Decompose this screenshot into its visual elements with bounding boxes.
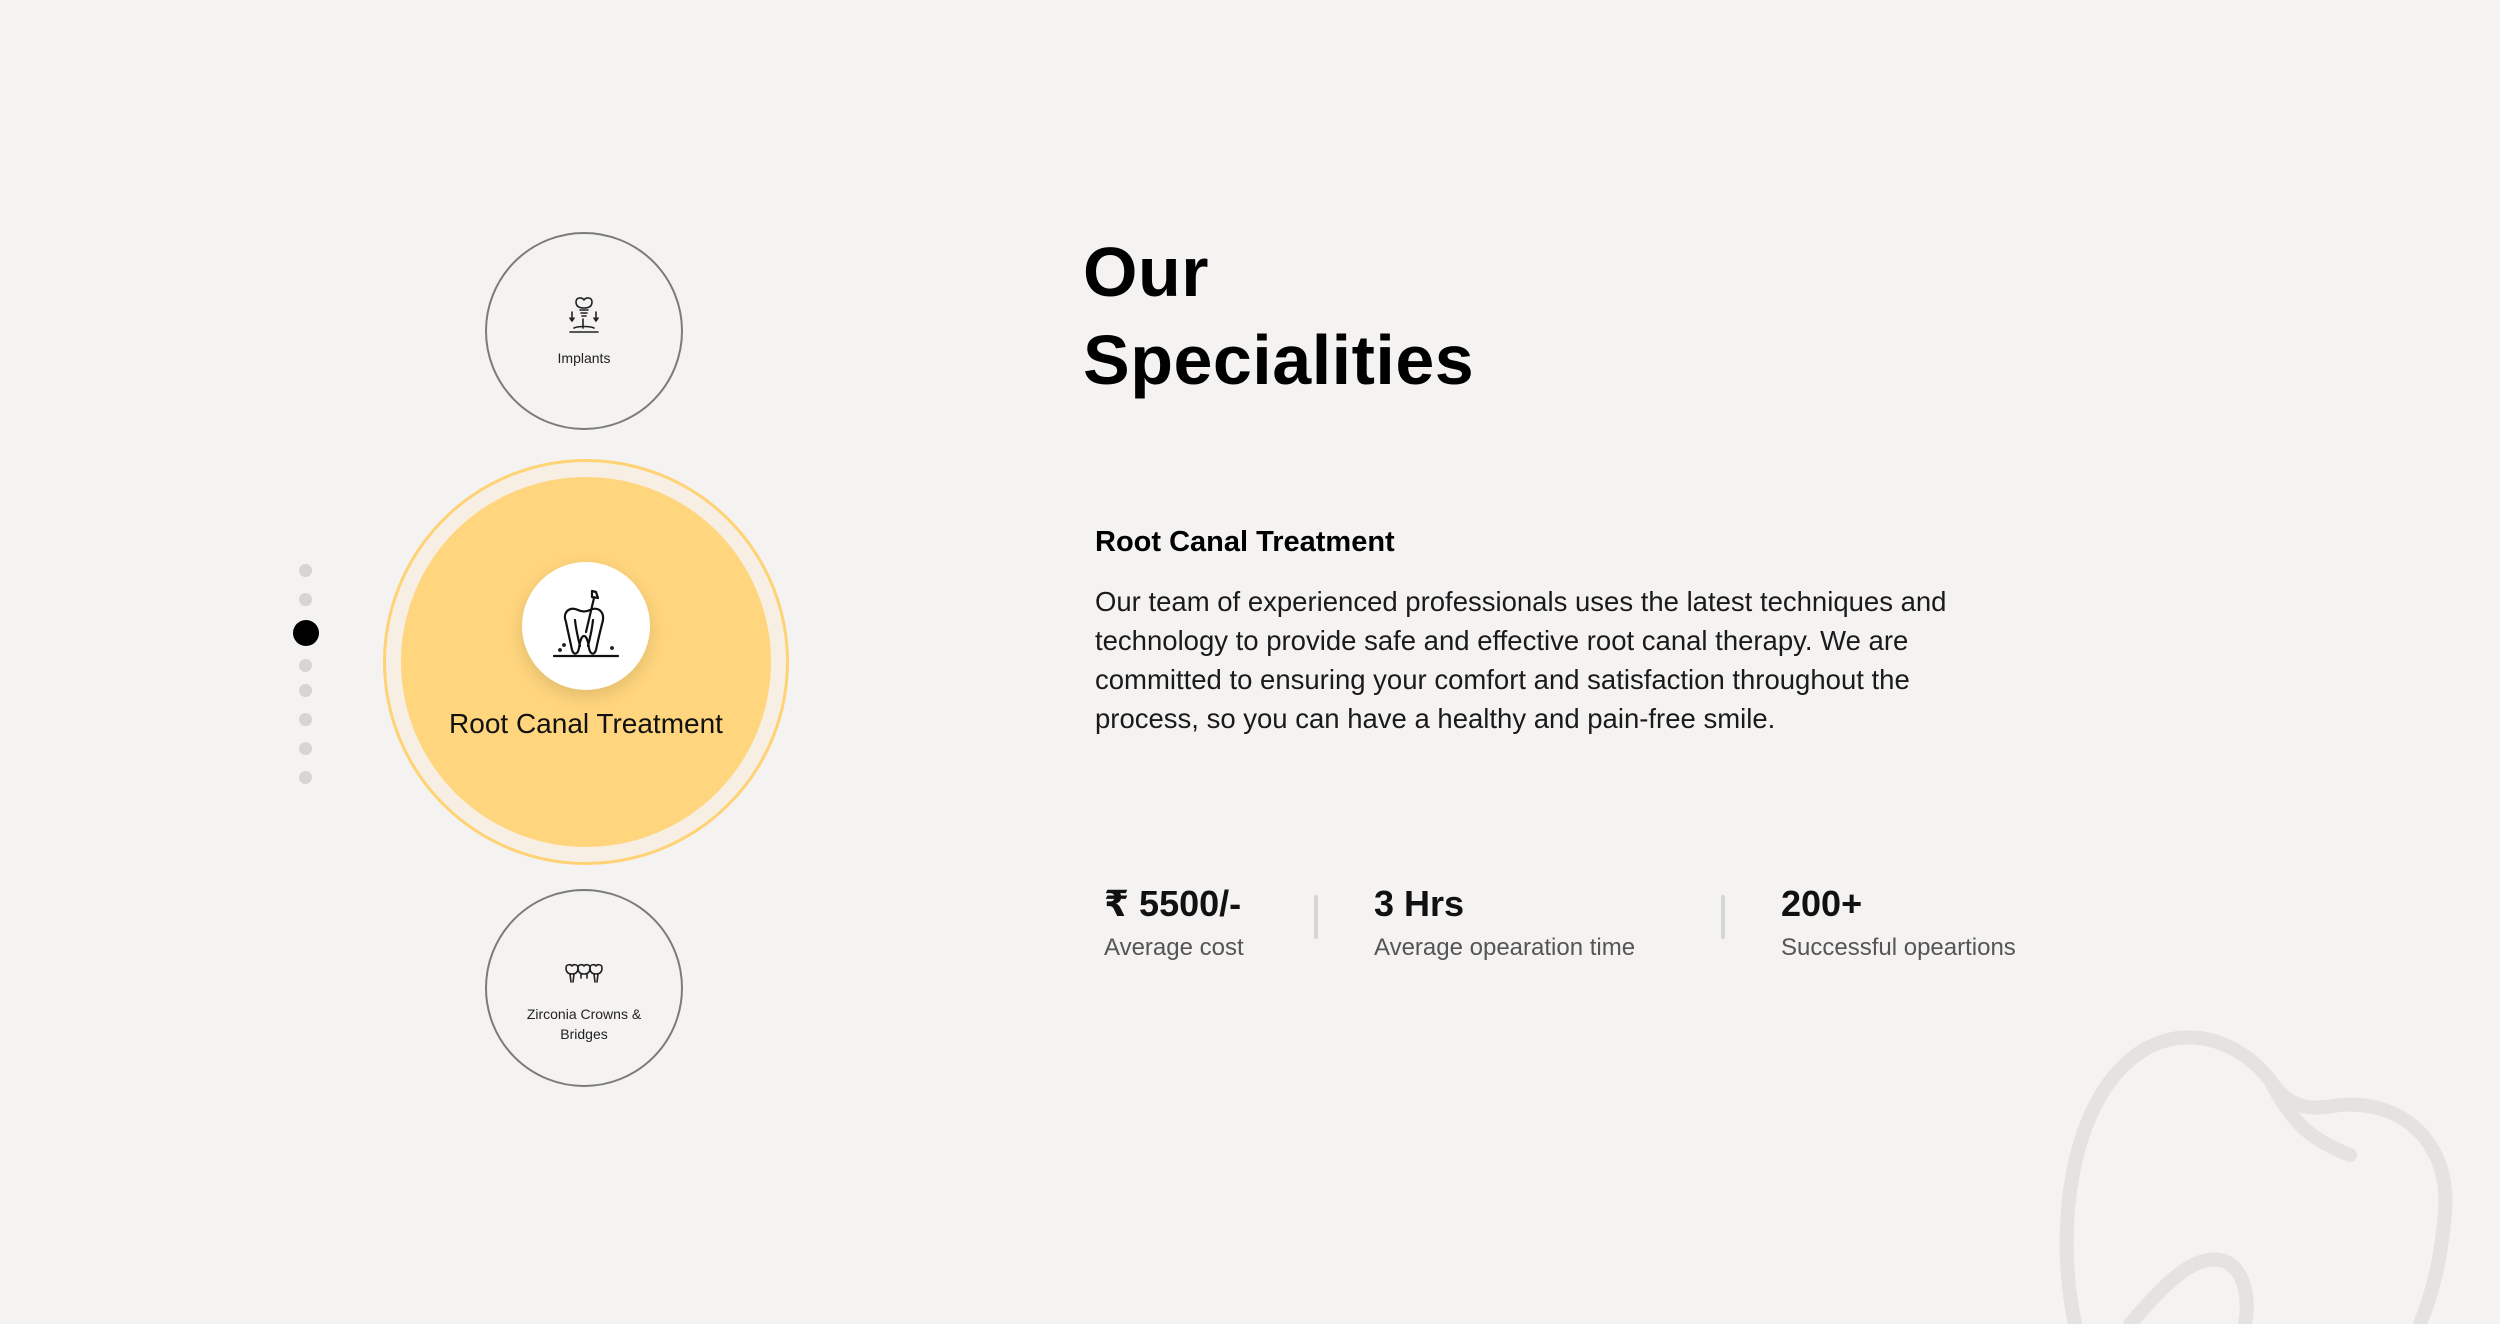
crowns-bridges-icon [565, 963, 603, 983]
pagination-dot[interactable] [299, 713, 312, 726]
carousel-item-label: Implants [557, 350, 611, 366]
stat-divider [1721, 895, 1725, 939]
root-canal-icon [552, 589, 620, 658]
pagination-dot[interactable] [299, 564, 312, 577]
pagination-dot[interactable] [299, 684, 312, 697]
pagination-dot-active[interactable] [293, 620, 319, 646]
stat-divider [1314, 895, 1318, 939]
stat-successful-operations: 200+ Successful opeartions [1781, 880, 2016, 962]
stat-average-cost: ₹ 5500/- Average cost [1104, 880, 1244, 962]
carousel-item-label: Root Canal Treatment [449, 708, 723, 739]
pagination-dot[interactable] [299, 742, 312, 755]
page-title-line-2: Specialities [1083, 321, 1475, 399]
pagination-dot[interactable] [299, 593, 312, 606]
stat-value: 3 Hrs [1374, 883, 1465, 924]
active-item-icon-bubble [522, 562, 650, 690]
pagination-dot[interactable] [299, 771, 312, 784]
carousel-item-implants[interactable]: Implants [485, 232, 683, 430]
speciality-title: Root Canal Treatment [1095, 526, 1395, 558]
carousel-item-label: Zirconia Crowns & Bridges [526, 1006, 642, 1042]
stat-operation-time: 3 Hrs Average opearation time [1374, 880, 1635, 962]
page-title: Our Specialities [1083, 228, 1474, 404]
stat-value: ₹ 5500/- [1104, 883, 1242, 924]
stat-value: 200+ [1781, 883, 1863, 924]
carousel-pagination [288, 560, 324, 790]
carousel-item-zirconia-crowns[interactable]: Zirconia Crowns & Bridges [485, 889, 683, 1087]
page-title-line-1: Our [1083, 233, 1209, 311]
pagination-dot[interactable] [299, 659, 312, 672]
stat-caption: Average opearation time [1374, 934, 1636, 961]
speciality-description: Our team of experienced professionals us… [1095, 586, 1947, 734]
stat-caption: Successful opeartions [1781, 934, 2016, 961]
implant-icon [569, 297, 599, 333]
stat-caption: Average cost [1104, 934, 1244, 961]
background-tooth-icon [2059, 1030, 2453, 1324]
